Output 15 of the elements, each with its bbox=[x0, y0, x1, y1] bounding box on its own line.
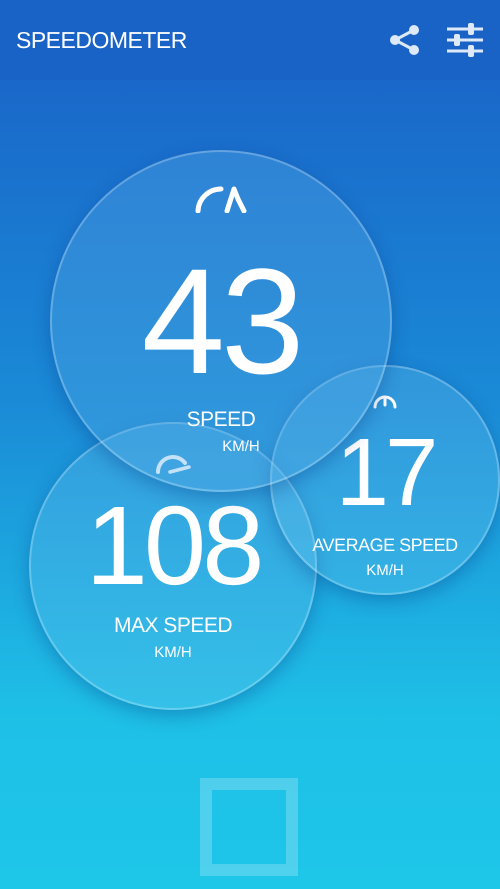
unit-label: KM/H bbox=[366, 562, 404, 579]
unit-label: KM/H bbox=[222, 438, 260, 454]
speed-value: 43 bbox=[142, 265, 300, 378]
speed-label: AVERAGE SPEED bbox=[312, 535, 458, 556]
gauge-icon bbox=[372, 393, 398, 409]
gauge-icon bbox=[155, 454, 191, 474]
speed-label: MAX SPEED bbox=[114, 614, 232, 638]
share-icon[interactable] bbox=[388, 23, 422, 57]
unit-label: KM/H bbox=[154, 644, 192, 661]
speed-label: SPEED bbox=[186, 408, 256, 432]
settings-sliders-icon[interactable] bbox=[446, 22, 484, 58]
speedometer-icon bbox=[194, 185, 248, 213]
app-title: SPEEDOMETER bbox=[16, 26, 188, 54]
speed-value: 17 bbox=[336, 437, 434, 509]
speed-value: 108 bbox=[86, 504, 260, 588]
